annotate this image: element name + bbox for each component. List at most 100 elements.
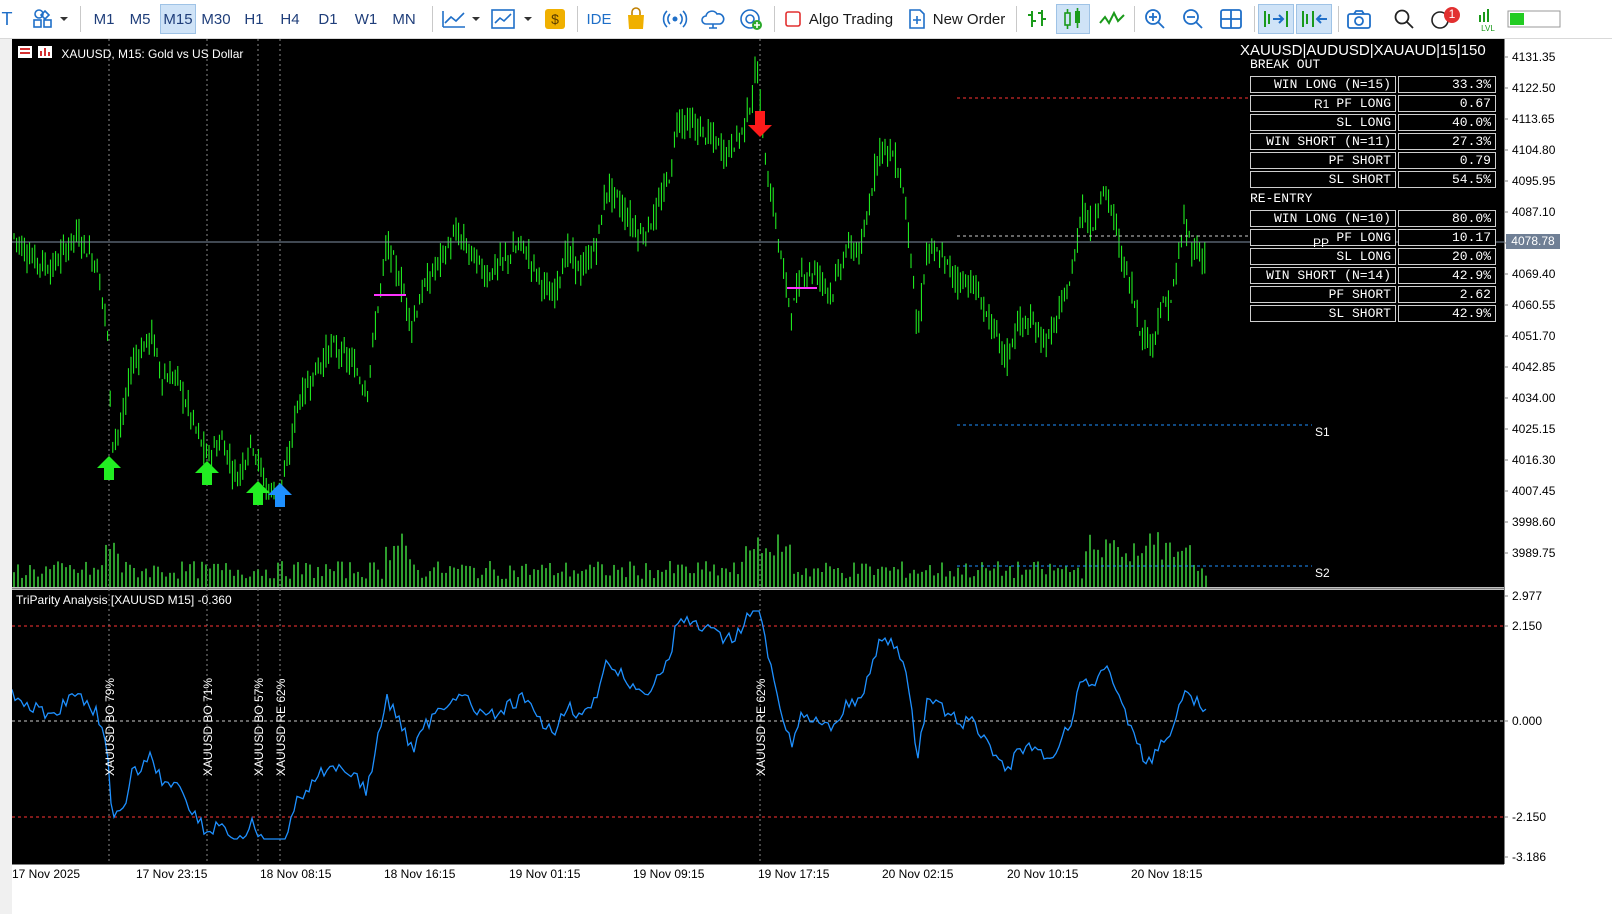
stats-value: 20.0%: [1398, 248, 1496, 265]
signal-level-icon: LVL: [1474, 4, 1502, 34]
stats-label: PF SHORT: [1250, 286, 1396, 303]
time-axis-label: 19 Nov 09:15: [633, 867, 705, 881]
signal-label: XAUUSD RE 62%: [274, 678, 288, 776]
ide-button[interactable]: IDE: [582, 4, 616, 34]
chart-window[interactable]: 4131.35 4122.50 4113.65 4104.80 4095.95 4087.…: [12, 39, 1612, 914]
signal-label: XAUUSD BO 71%: [201, 677, 215, 776]
signals-broadcast-icon[interactable]: [660, 4, 690, 34]
indicator-title: TriParity Analysis [XAUUSD M15] -0.360: [16, 593, 232, 607]
chart-title: XAUUSD, M15: Gold vs US Dollar: [61, 46, 244, 61]
timeframe-h4[interactable]: H4: [272, 4, 308, 34]
algo-trading-button[interactable]: Algo Trading: [806, 4, 896, 34]
stats-label: WIN LONG (N=10): [1250, 210, 1396, 227]
stats-value: 80.0%: [1398, 210, 1496, 227]
new-order-icon[interactable]: [906, 4, 928, 34]
line-chart-icon[interactable]: [1096, 4, 1128, 34]
timeframe-m15[interactable]: M15: [160, 4, 196, 34]
chart-type-icon[interactable]: [490, 4, 536, 34]
candlestick-chart-icon[interactable]: [1056, 4, 1090, 34]
stats-value: 0.79: [1398, 152, 1496, 169]
price-tick-label: 4042.85: [1512, 360, 1556, 374]
stats-row: WIN SHORT (N=11) 27.3%: [1250, 133, 1496, 150]
stats-value: 40.0%: [1398, 114, 1496, 131]
new-order-button[interactable]: New Order: [930, 4, 1008, 34]
svg-text:LVL: LVL: [1481, 24, 1495, 32]
algo-trading-stop-icon[interactable]: [782, 4, 804, 34]
stats-row: PF SHORT 0.79: [1250, 152, 1496, 169]
stats-label: SL LONG: [1250, 114, 1396, 131]
stats-label: WIN LONG (N=15): [1250, 76, 1396, 93]
timeframe-w1[interactable]: W1: [348, 4, 384, 34]
zoom-out-icon[interactable]: [1178, 4, 1208, 34]
stats-value: 54.5%: [1398, 171, 1496, 188]
indicator-tick-label: 0.000: [1512, 714, 1542, 728]
timeframe-m30[interactable]: M30: [198, 4, 234, 34]
price-tick-label: 3998.60: [1512, 515, 1556, 529]
timeframe-mn[interactable]: MN: [386, 4, 422, 34]
timeframe-m5[interactable]: M5: [122, 4, 158, 34]
stats-row: PF SHORT 2.62: [1250, 286, 1496, 303]
time-axis-label: 17 Nov 2025: [12, 867, 81, 881]
indicator-tick-label: -2.150: [1512, 810, 1546, 824]
signal-label: XAUUSD BO 79%: [103, 677, 117, 776]
price-tick-label: 4087.10: [1512, 205, 1556, 219]
indicator-tick-label: -3.186: [1512, 850, 1546, 864]
pp-level-label: PP: [1313, 236, 1330, 250]
indicators-list-icon[interactable]: [440, 4, 484, 34]
market-bag-icon[interactable]: [622, 4, 650, 34]
stats-row: SL SHORT 54.5%: [1250, 171, 1496, 188]
stats-label: SL SHORT: [1250, 171, 1396, 188]
vps-cloud-icon[interactable]: [698, 4, 728, 34]
breakout-stats-table: WIN LONG (N=15) 33.3% PF LONG 0.67 SL LONG 40…: [1250, 76, 1496, 190]
current-price-tag: 4078.78: [1506, 234, 1560, 249]
stats-row: WIN SHORT (N=14) 42.9%: [1250, 267, 1496, 284]
price-tick-label: 3989.75: [1512, 546, 1556, 560]
price-tick-label: 4007.45: [1512, 484, 1556, 498]
price-tick-label: 4113.65: [1512, 112, 1555, 126]
chart-menu-icon[interactable]: [18, 45, 54, 62]
time-axis-label: 18 Nov 16:15: [384, 867, 456, 881]
time-axis-label: 19 Nov 17:15: [758, 867, 830, 881]
stats-row: PF LONG 10.17: [1250, 229, 1496, 246]
timeframe-m1[interactable]: M1: [86, 4, 122, 34]
notification-count-badge: 1: [1448, 7, 1456, 21]
chart-title-bar: XAUUSD, M15: Gold vs US Dollar: [18, 45, 243, 62]
stats-value: 27.3%: [1398, 133, 1496, 150]
r1-level-label: R1: [1314, 97, 1330, 111]
tile-windows-icon[interactable]: [1216, 4, 1246, 34]
indicator-tick-label: 2.977: [1512, 589, 1542, 603]
screenshot-camera-icon[interactable]: [1344, 4, 1374, 34]
time-axis-label: 20 Nov 18:15: [1131, 867, 1203, 881]
price-tick-label: 4025.15: [1512, 422, 1556, 436]
time-axis-label: 20 Nov 02:15: [882, 867, 954, 881]
stats-label: SL LONG: [1250, 248, 1396, 265]
add-signal-icon[interactable]: [736, 4, 766, 34]
search-icon[interactable]: [1390, 4, 1418, 34]
chart-shift-icon[interactable]: [1296, 4, 1332, 34]
price-tick-label: 4016.30: [1512, 453, 1556, 467]
main-toolbar: T M1 M5 M15 M30 H1 H4 D1 W1 MN $ IDE Algo Tradin…: [0, 0, 1612, 39]
stats-label: SL SHORT: [1250, 305, 1396, 322]
stats-value: 33.3%: [1398, 76, 1496, 93]
price-tick-label: 4131.35: [1512, 50, 1556, 64]
left-gutter: [0, 39, 12, 914]
stats-label: PF SHORT: [1250, 152, 1396, 169]
object-templates-icon[interactable]: [28, 4, 72, 34]
auto-scroll-icon[interactable]: [1258, 4, 1294, 34]
dollar-icon[interactable]: $: [542, 4, 568, 34]
price-tick-label: 4104.80: [1512, 143, 1556, 157]
stats-value: 2.62: [1398, 286, 1496, 303]
stats-row: SL LONG 40.0%: [1250, 114, 1496, 131]
bar-chart-icon[interactable]: [1022, 4, 1052, 34]
time-axis-label: 19 Nov 01:15: [509, 867, 581, 881]
stats-value: 42.9%: [1398, 305, 1496, 322]
partial-t-icon[interactable]: T: [0, 4, 14, 34]
zoom-in-icon[interactable]: [1140, 4, 1170, 34]
price-tick-label: 4069.40: [1512, 267, 1556, 281]
time-axis-label: 18 Nov 08:15: [260, 867, 332, 881]
stats-row: WIN LONG (N=15) 33.3%: [1250, 76, 1496, 93]
timeframe-d1[interactable]: D1: [310, 4, 346, 34]
timeframe-h1[interactable]: H1: [236, 4, 272, 34]
reentry-stats-table: WIN LONG (N=10) 80.0% PF LONG 10.17 SL LONG 2…: [1250, 210, 1496, 324]
stats-value: 10.17: [1398, 229, 1496, 246]
